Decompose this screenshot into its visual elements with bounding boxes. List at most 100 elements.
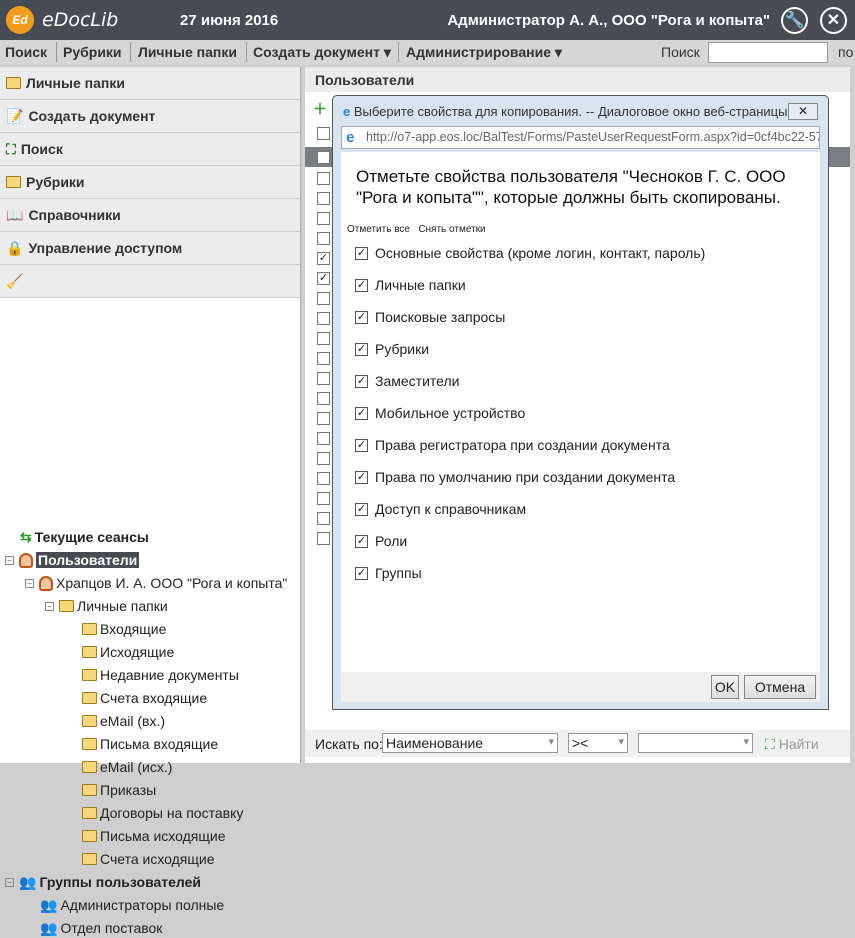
option-checkbox[interactable]: ✓ xyxy=(355,278,368,292)
tree-item-folder[interactable]: Счета исходящие xyxy=(82,849,215,869)
option-checkbox[interactable]: ✓ xyxy=(355,438,368,452)
tree-item-folder[interactable]: eMail (исх.) xyxy=(82,757,172,777)
tree-item-folder[interactable]: Письма исходящие xyxy=(82,826,226,846)
option-checkbox[interactable]: ✓ xyxy=(355,246,368,260)
row-checkbox[interactable]: ✓ xyxy=(317,272,330,285)
row-checkbox[interactable] xyxy=(317,472,330,485)
search-value-input[interactable] xyxy=(638,733,753,753)
dialog-close-button[interactable]: ✕ xyxy=(788,103,818,120)
option-checkbox[interactable]: ✓ xyxy=(355,310,368,324)
option-item[interactable]: ✓ Права по умолчанию при создании докумен… xyxy=(355,469,675,485)
option-item[interactable]: ✓ Основные свойства (кроме логин, контакт… xyxy=(355,245,705,261)
left-panel: Личные папки 📝 Создать документ ⛶ Поиск Ру… xyxy=(0,67,301,936)
ok-button[interactable]: OK xyxy=(711,675,739,699)
select-all-checkbox[interactable] xyxy=(317,127,330,140)
row-checkbox[interactable] xyxy=(317,512,330,525)
tree-item-folder[interactable]: Приказы xyxy=(82,780,156,800)
accordion-admin-tools[interactable]: 🧹 xyxy=(0,265,300,298)
tree-item-group[interactable]: 👥 Отдел поставок xyxy=(40,918,162,938)
tree-item-personal-folders[interactable]: − Личные папки xyxy=(45,596,168,616)
row-checkbox[interactable] xyxy=(317,192,330,205)
tree-item-folder[interactable]: eMail (вх.) xyxy=(82,711,165,731)
option-item[interactable]: ✓ Доступ к справочникам xyxy=(355,501,526,517)
row-checkbox[interactable] xyxy=(317,492,330,505)
accordion-search[interactable]: ⛶ Поиск xyxy=(0,133,300,166)
row-checkbox[interactable] xyxy=(317,432,330,445)
accordion-create-document[interactable]: 📝 Создать документ xyxy=(0,100,300,133)
menu-create-document[interactable]: Создать документ ▾ xyxy=(253,44,391,61)
option-item[interactable]: ✓ Мобильное устройство xyxy=(355,405,525,421)
folder-icon xyxy=(82,669,97,681)
cancel-button[interactable]: Отмена xyxy=(744,675,816,699)
accordion-access-control[interactable]: 🔒 Управление доступом xyxy=(0,232,300,265)
tree-item-group[interactable]: 👥 Администраторы полные xyxy=(40,895,224,915)
menu-search[interactable]: Поиск xyxy=(5,44,47,60)
find-button[interactable]: ⛶ Найти xyxy=(765,736,819,753)
tree-item-folder[interactable]: Счета входящие xyxy=(82,688,207,708)
tree-item-user[interactable]: − Храпцов И. А. ООО "Рога и копыта" xyxy=(25,573,287,593)
search-field-select[interactable]: Наименование xyxy=(382,733,558,753)
row-checkbox[interactable] xyxy=(317,212,330,225)
book-icon: 📖 xyxy=(6,206,24,223)
option-item[interactable]: ✓ Поисковые запросы xyxy=(355,309,505,325)
row-checkbox[interactable] xyxy=(317,172,330,185)
search-label: Поиск xyxy=(661,44,700,60)
folder-icon xyxy=(82,623,97,635)
collapse-icon[interactable]: − xyxy=(25,578,34,588)
tree-item-sessions[interactable]: ⇆ Текущие сеансы xyxy=(20,527,149,547)
option-item[interactable]: ✓ Заместители xyxy=(355,373,459,389)
row-checkbox[interactable] xyxy=(317,312,330,325)
accordion-personal-folders[interactable]: Личные папки xyxy=(0,67,300,100)
option-checkbox[interactable]: ✓ xyxy=(355,534,368,548)
option-checkbox[interactable]: ✓ xyxy=(355,374,368,388)
row-checkbox[interactable] xyxy=(317,372,330,385)
menu-administration[interactable]: Администрирование ▾ xyxy=(406,44,562,61)
user-icon xyxy=(39,575,53,591)
option-checkbox[interactable]: ✓ xyxy=(355,342,368,356)
ie-icon: e xyxy=(346,129,355,146)
tree-item-folder[interactable]: Исходящие xyxy=(82,642,174,662)
row-checkbox[interactable]: ✓ xyxy=(317,252,330,265)
accordion-references[interactable]: 📖 Справочники xyxy=(0,199,300,232)
row-checkbox[interactable] xyxy=(317,452,330,465)
option-item[interactable]: ✓ Группы xyxy=(355,565,422,581)
accordion-rubrics[interactable]: Рубрики xyxy=(0,166,300,199)
option-checkbox[interactable]: ✓ xyxy=(355,470,368,484)
tree-item-groups[interactable]: − 👥 Группы пользователей xyxy=(5,872,201,892)
option-checkbox[interactable]: ✓ xyxy=(355,406,368,420)
user-name[interactable]: Администратор А. А., ООО "Рога и копыта" xyxy=(447,12,770,29)
tree-item-folder[interactable]: Недавние документы xyxy=(82,665,239,685)
menu-rubrics[interactable]: Рубрики xyxy=(63,44,122,60)
menu-personal-folders[interactable]: Личные папки xyxy=(138,44,237,60)
folder-icon xyxy=(82,692,97,704)
row-checkbox[interactable] xyxy=(317,232,330,245)
row-checkbox[interactable] xyxy=(317,352,330,365)
row-checkbox[interactable] xyxy=(317,392,330,405)
option-item[interactable]: ✓ Рубрики xyxy=(355,341,429,357)
wrench-icon[interactable]: 🔧 xyxy=(781,7,808,34)
top-bar: Ed eDocLib 27 июня 2016 Администратор А.… xyxy=(0,0,855,40)
tree-item-users[interactable]: − Пользователи xyxy=(5,550,140,570)
row-checkbox[interactable] xyxy=(317,332,330,345)
dialog-title: e Выберите свойства для копирования. -- … xyxy=(343,104,788,119)
operator-select[interactable]: >< xyxy=(568,733,628,753)
option-item[interactable]: ✓ Роли xyxy=(355,533,407,549)
option-item[interactable]: ✓ Права регистратора при создании докумен… xyxy=(355,437,670,453)
collapse-icon[interactable]: − xyxy=(5,877,14,887)
row-checkbox[interactable] xyxy=(317,292,330,305)
row-checkbox[interactable] xyxy=(317,412,330,425)
option-checkbox[interactable]: ✓ xyxy=(355,566,368,580)
tree-item-folder[interactable]: Входящие xyxy=(82,619,166,639)
uncheck-all-link[interactable]: Снять отметки xyxy=(418,224,485,235)
option-checkbox[interactable]: ✓ xyxy=(355,502,368,516)
tree-item-folder[interactable]: Письма входящие xyxy=(82,734,218,754)
option-item[interactable]: ✓ Личные папки xyxy=(355,277,466,293)
tree-item-folder[interactable]: Договоры на поставку xyxy=(82,803,243,823)
close-icon[interactable]: ✕ xyxy=(820,7,847,34)
collapse-icon[interactable]: − xyxy=(45,601,54,611)
collapse-icon[interactable]: − xyxy=(5,555,14,565)
row-checkbox[interactable] xyxy=(317,532,330,545)
check-all-link[interactable]: Отметить все xyxy=(347,224,410,235)
add-icon[interactable]: ＋ xyxy=(313,99,327,119)
search-input[interactable] xyxy=(708,42,828,63)
